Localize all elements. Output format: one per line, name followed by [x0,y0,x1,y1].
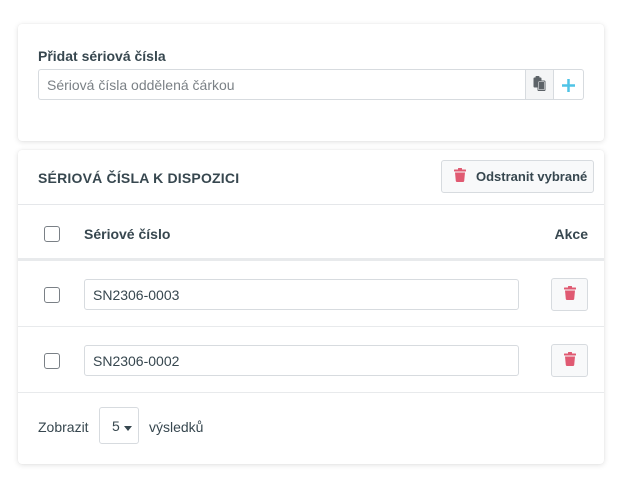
delete-row-button[interactable] [551,344,588,377]
paste-button[interactable] [525,69,554,100]
column-header-serial: Sériové číslo [84,226,171,242]
results-label: výsledků [149,419,204,435]
row-checkbox[interactable] [44,353,60,369]
row-checkbox[interactable] [44,287,60,303]
select-all-checkbox[interactable] [44,226,60,242]
paste-icon [533,75,546,94]
trash-icon [563,352,576,369]
delete-row-button[interactable] [551,278,588,311]
table-footer: Zobrazit 5 výsledků [18,394,604,464]
table-header: Sériové číslo Akce [18,206,604,261]
serial-numbers-input[interactable] [38,69,525,100]
add-serial-button[interactable] [554,69,584,100]
serial-input-group [38,69,584,100]
show-label: Zobrazit [38,419,89,435]
table-row [18,327,604,393]
caret-down-icon [123,418,132,434]
remove-selected-label: Odstranit vybrané [476,169,588,184]
plus-icon [562,72,575,98]
remove-selected-button[interactable]: Odstranit vybrané [441,160,594,193]
add-serials-card: Přidat sériová čísla [18,24,604,141]
add-serials-label: Přidat sériová čísla [38,48,166,64]
trash-icon [563,286,576,303]
serial-number-field[interactable] [84,279,519,310]
table-row [18,261,604,327]
available-serials-card: SÉRIOVÁ ČÍSLA K DISPOZICI Odstranit vybr… [18,150,604,464]
list-header: SÉRIOVÁ ČÍSLA K DISPOZICI Odstranit vybr… [18,150,604,205]
trash-icon [454,168,466,185]
serial-number-field[interactable] [84,345,519,376]
list-title: SÉRIOVÁ ČÍSLA K DISPOZICI [38,170,240,186]
page-size-value: 5 [112,417,120,434]
page-size-select[interactable]: 5 [99,407,139,444]
column-header-actions: Akce [554,226,588,242]
